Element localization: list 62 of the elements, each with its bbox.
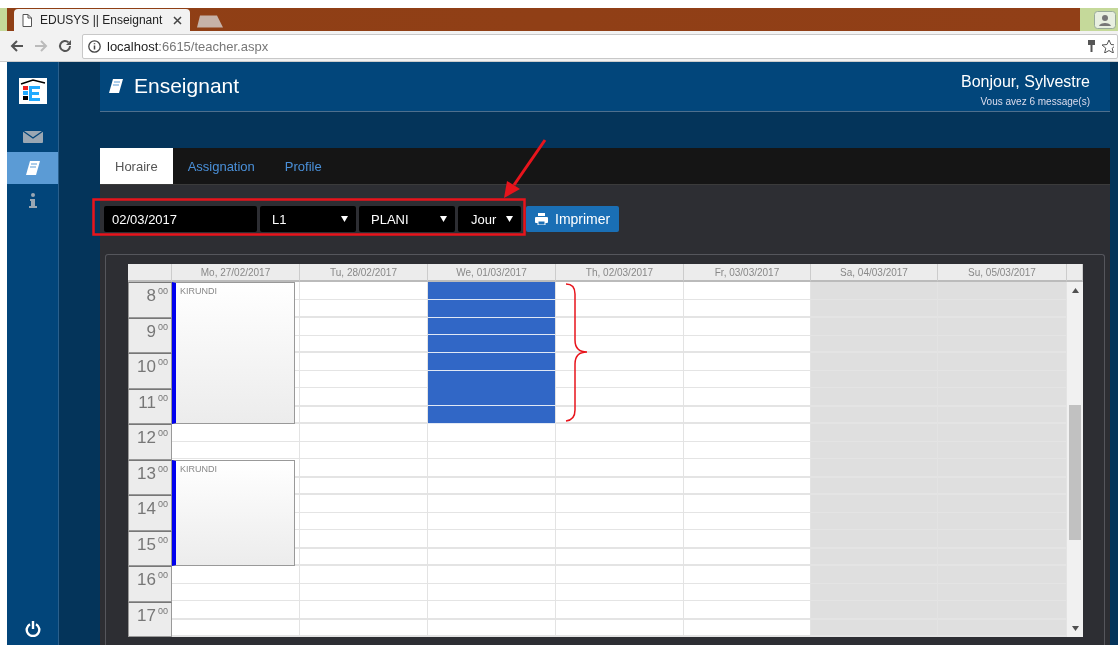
page-title: Enseignant: [134, 74, 240, 98]
back-icon[interactable]: [10, 39, 24, 53]
forward-icon: [34, 39, 48, 53]
book-icon[interactable]: [24, 160, 41, 176]
select-field[interactable]: Jour: [458, 206, 521, 232]
printer-icon: [535, 213, 548, 225]
caret-icon: [440, 216, 447, 222]
day-header: We, 01/03/2017: [428, 264, 556, 282]
page-icon: [22, 13, 32, 27]
power-icon[interactable]: [24, 621, 41, 637]
date-field[interactable]: 02/03/2017: [104, 206, 257, 232]
day-header: Th, 02/03/2017: [556, 264, 684, 282]
header-cell: [128, 264, 172, 282]
address-field[interactable]: localhost:6615/teacher.aspx: [82, 33, 1118, 59]
selected-time-range[interactable]: [428, 282, 555, 424]
mail-icon[interactable]: [22, 129, 43, 143]
book-icon: [108, 78, 124, 94]
select-field[interactable]: L1: [260, 206, 356, 232]
time-label: 8$^{00}$: [128, 282, 172, 318]
scroll-down-icon[interactable]: [1071, 626, 1079, 631]
close-icon[interactable]: [173, 15, 182, 25]
annotation-arrow: [504, 139, 547, 198]
time-label: 14$^{00}$: [128, 495, 172, 531]
scroll-up-icon[interactable]: [1071, 288, 1079, 293]
event-block[interactable]: KIRUNDI: [172, 459, 295, 566]
day-header: Sa, 04/03/2017: [811, 264, 938, 282]
info-icon[interactable]: [28, 192, 37, 208]
tab[interactable]: Assignation: [172, 148, 270, 184]
key-icon[interactable]: [1087, 39, 1096, 53]
time-label: 11$^{00}$: [128, 388, 172, 424]
info-icon: [88, 39, 101, 53]
time-label: 9$^{00}$: [128, 317, 172, 353]
logo-icon: [18, 78, 47, 104]
time-label: 10$^{00}$: [128, 353, 172, 389]
reload-icon[interactable]: [58, 39, 72, 53]
day-header: Mo, 27/02/2017: [172, 264, 300, 282]
time-label: 12$^{00}$: [128, 424, 172, 460]
time-label: 15$^{00}$: [128, 530, 172, 566]
day-header: Tu, 28/02/2017: [300, 264, 428, 282]
caret-icon: [506, 216, 513, 222]
select-field[interactable]: PLANI: [359, 206, 455, 232]
time-label: 13$^{00}$: [128, 459, 172, 495]
scrollbar-thumb[interactable]: [1069, 405, 1081, 540]
url-text: localhost:6615/teacher.aspx: [107, 38, 269, 54]
day-header: Su, 05/03/2017: [938, 264, 1067, 282]
event-block[interactable]: KIRUNDI: [172, 282, 295, 424]
browser-tab[interactable]: EDUSYS || Enseignant: [14, 9, 190, 31]
greeting-text: Bonjour, Sylvestre: [961, 73, 1090, 91]
tab-title: EDUSYS || Enseignant: [40, 13, 164, 27]
day-header: Fr, 03/03/2017: [684, 264, 811, 282]
time-label: 16$^{00}$: [128, 566, 172, 602]
profile-icon[interactable]: [1094, 11, 1116, 29]
message-count-link[interactable]: Vous avez 6 message(s): [980, 96, 1090, 107]
time-label: 17$^{00}$: [128, 601, 172, 637]
star-icon[interactable]: [1102, 39, 1114, 53]
scrollbar[interactable]: [1067, 282, 1083, 637]
header-cell: [1067, 264, 1083, 282]
tab[interactable]: Horaire: [100, 148, 173, 184]
tab[interactable]: Profile: [269, 148, 337, 184]
new-tab-icon[interactable]: [196, 15, 224, 28]
print-button[interactable]: Imprimer: [526, 206, 620, 232]
caret-icon: [341, 216, 348, 222]
